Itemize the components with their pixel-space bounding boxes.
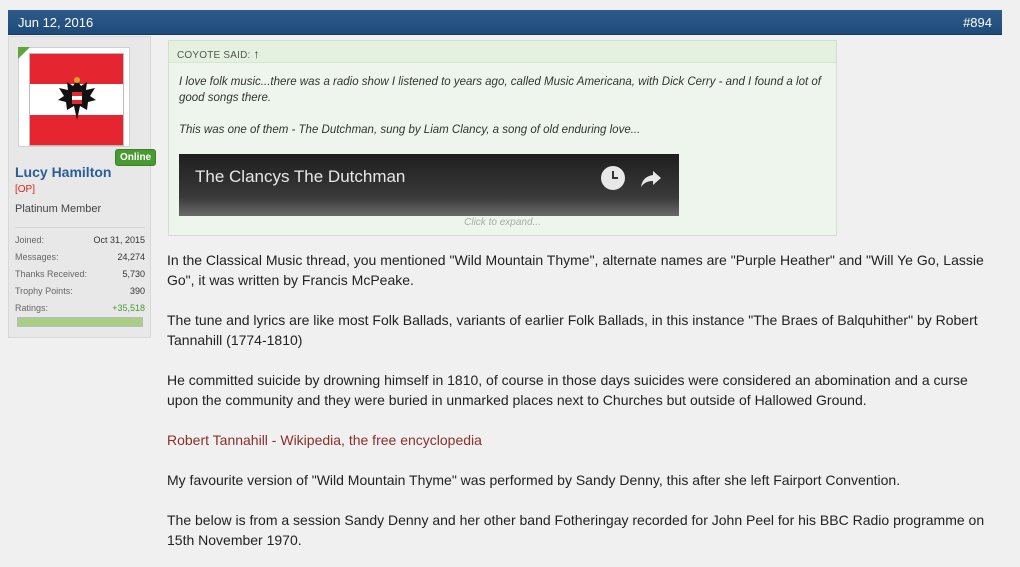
- username-link[interactable]: Lucy Hamilton: [15, 164, 111, 180]
- video-embed[interactable]: The Clancys The Dutchman: [179, 154, 679, 216]
- quote-author: COYOTE SAID:: [177, 50, 251, 61]
- stat-messages: Messages: 24,274: [15, 249, 145, 266]
- quote-block: COYOTE SAID: ↑ I love folk music...there…: [168, 40, 837, 236]
- member-title: Platinum Member: [15, 203, 102, 215]
- eagle-icon: [58, 77, 96, 120]
- share-icon[interactable]: [639, 166, 663, 190]
- stat-label: Thanks Received:: [15, 269, 88, 279]
- post-paragraph: In the Classical Music thread, you menti…: [167, 252, 984, 288]
- stat-label: Trophy Points:: [15, 286, 73, 296]
- post-header: Jun 12, 2016 #894: [8, 10, 1002, 35]
- stat-label: Ratings:: [15, 303, 49, 313]
- op-tag: [OP]: [15, 184, 36, 195]
- online-badge: Online: [115, 149, 157, 166]
- post-body: In the Classical Music thread, you menti…: [167, 250, 997, 567]
- quote-header: COYOTE SAID: ↑: [169, 41, 836, 63]
- stat-value: +35,518: [112, 303, 145, 313]
- post-paragraph: He committed suicide by drowning himself…: [167, 372, 968, 408]
- stat-joined: Joined: Oct 31, 2015: [15, 232, 145, 249]
- stat-trophy-points: Trophy Points: 390: [15, 283, 145, 300]
- stat-value: 24,274: [117, 252, 145, 262]
- stat-label: Joined:: [15, 235, 45, 245]
- rating-bar: [17, 317, 143, 327]
- user-stats: Joined: Oct 31, 2015 Messages: 24,274 Th…: [15, 227, 145, 317]
- stat-value: 5,730: [122, 269, 145, 279]
- video-title: The Clancys The Dutchman: [195, 167, 406, 186]
- avatar[interactable]: [18, 47, 130, 147]
- watch-later-icon[interactable]: [601, 166, 625, 190]
- click-to-expand[interactable]: Click to expand...: [169, 217, 836, 228]
- stat-label: Messages:: [15, 252, 59, 262]
- quote-jump-icon[interactable]: ↑: [254, 47, 260, 61]
- post-permalink[interactable]: #894: [963, 15, 992, 30]
- user-info-panel: Online Lucy Hamilton [OP] Platinum Membe…: [8, 36, 157, 338]
- stat-value: 390: [129, 286, 145, 296]
- quote-line: I love folk music...there was a radio sh…: [179, 76, 821, 104]
- stat-ratings: Ratings: +35,518: [15, 300, 145, 317]
- stat-value: Oct 31, 2015: [93, 235, 145, 245]
- post-paragraph: The tune and lyrics are like most Folk B…: [167, 312, 978, 348]
- wikipedia-link[interactable]: Robert Tannahill - Wikipedia, the free e…: [167, 430, 997, 450]
- stat-thanks: Thanks Received: 5,730: [15, 266, 145, 283]
- quote-line: This was one of them - The Dutchman, sun…: [179, 124, 641, 136]
- austrian-flag-icon: [29, 53, 124, 146]
- post-date: Jun 12, 2016: [18, 15, 94, 30]
- post-paragraph: The below is from a session Sandy Denny …: [167, 512, 985, 548]
- post-paragraph: My favourite version of "Wild Mountain T…: [167, 472, 901, 488]
